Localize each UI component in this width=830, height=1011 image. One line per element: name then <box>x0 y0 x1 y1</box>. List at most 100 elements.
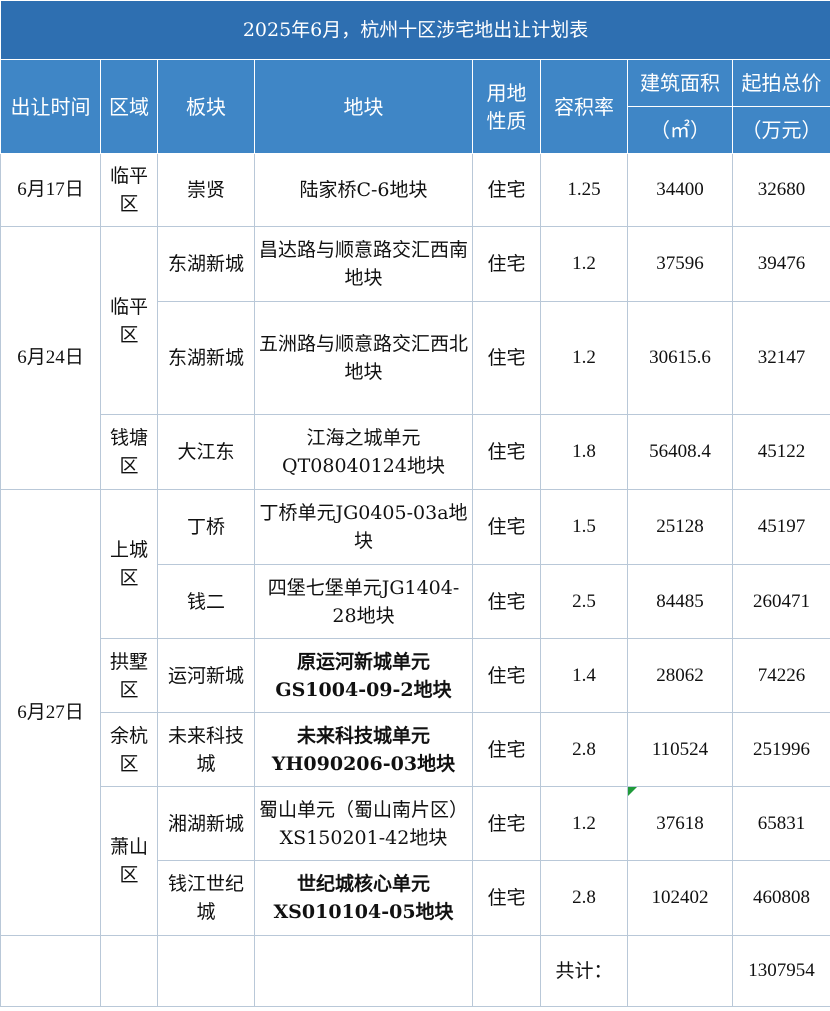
cell-date: 6月24日 <box>0 226 101 490</box>
cell-area: 37618 <box>627 786 733 861</box>
empty-cell <box>100 935 158 1007</box>
cell-land-use: 住宅 <box>472 414 541 490</box>
cell-area: 34400 <box>627 153 733 227</box>
cell-far: 2.8 <box>540 712 628 787</box>
cell-far: 2.5 <box>540 564 628 639</box>
cell-land-use: 住宅 <box>472 564 541 639</box>
cell-block: 崇贤 <box>157 153 255 227</box>
empty-cell <box>472 935 541 1007</box>
cell-plot: 原运河新城单元GS1004-09-2地块 <box>254 638 473 713</box>
cell-district: 拱墅区 <box>100 638 158 713</box>
header-far: 容积率 <box>540 59 628 154</box>
cell-area: 110524 <box>627 712 733 787</box>
cell-district: 余杭区 <box>100 712 158 787</box>
land-plan-table: 2025年6月，杭州十区涉宅地出让计划表 出让时间 区域 板块 地块 用地性质 … <box>0 0 830 1007</box>
cell-block: 运河新城 <box>157 638 255 713</box>
cell-far: 1.8 <box>540 414 628 490</box>
cell-plot: 陆家桥C-6地块 <box>254 153 473 227</box>
table-title: 2025年6月，杭州十区涉宅地出让计划表 <box>0 0 830 60</box>
cell-block: 湘湖新城 <box>157 786 255 861</box>
cell-far: 1.2 <box>540 786 628 861</box>
header-price-unit: （万元） <box>731 106 830 154</box>
cell-plot: 四堡七堡单元JG1404-28地块 <box>254 564 473 639</box>
cell-plot: 昌达路与顺意路交汇西南地块 <box>254 226 473 302</box>
table-row: 6月24日 临平区 东湖新城 昌达路与顺意路交汇西南地块 住宅 1.2 3759… <box>0 226 830 490</box>
cell-far: 1.5 <box>540 489 628 565</box>
total-row: 共计： 1307954 <box>0 935 830 1007</box>
cell-plot: 蜀山单元（蜀山南片区）XS150201-42地块 <box>254 786 473 861</box>
cell-plot: 五洲路与顺意路交汇西北地块 <box>254 301 473 415</box>
cell-land-use: 住宅 <box>472 860 541 936</box>
cell-plot: 未来科技城单元YH090206-03地块 <box>254 712 473 787</box>
cell-date: 6月27日 <box>0 489 101 936</box>
table-row: 萧山区 湘湖新城 蜀山单元（蜀山南片区）XS150201-42地块 住宅 1.2… <box>1 786 830 936</box>
cell-block: 丁桥 <box>157 489 255 565</box>
cell-land-use: 住宅 <box>472 786 541 861</box>
total-label: 共计： <box>540 935 628 1007</box>
cell-plot: 丁桥单元JG0405-03a地块 <box>254 489 473 565</box>
cell-area-value: 37618 <box>656 812 704 834</box>
comment-marker-icon <box>628 787 637 796</box>
header-plot: 地块 <box>254 59 473 154</box>
cell-block: 东湖新城 <box>157 301 255 415</box>
cell-price: 260471 <box>731 564 830 639</box>
cell-price: 460808 <box>731 860 830 936</box>
cell-land-use: 住宅 <box>472 638 541 713</box>
empty-cell <box>157 935 255 1007</box>
cell-block: 东湖新城 <box>157 226 255 302</box>
cell-district: 临平区 <box>100 153 158 227</box>
cell-district: 临平区 <box>100 226 158 415</box>
cell-block: 大江东 <box>157 414 255 490</box>
cell-district: 萧山区 <box>100 786 158 936</box>
cell-block: 未来科技城 <box>157 712 255 787</box>
header-area-unit: （㎡） <box>627 106 733 154</box>
cell-area: 28062 <box>627 638 733 713</box>
header-area: 建筑面积 <box>627 59 733 107</box>
cell-land-use: 住宅 <box>472 153 541 227</box>
table-row: 钱塘区 大江东 江海之城单元QT08040124地块 住宅 1.8 56408.… <box>1 414 830 490</box>
table-row: 拱墅区 运河新城 原运河新城单元GS1004-09-2地块 住宅 1.4 280… <box>1 638 830 713</box>
cell-plot: 世纪城核心单元XS010104-05地块 <box>254 860 473 936</box>
cell-far: 2.8 <box>540 860 628 936</box>
header-district: 区域 <box>100 59 158 154</box>
cell-far: 1.2 <box>540 301 628 415</box>
cell-land-use: 住宅 <box>472 301 541 415</box>
cell-price: 45197 <box>731 489 830 565</box>
cell-area: 84485 <box>627 564 733 639</box>
cell-price: 74226 <box>731 638 830 713</box>
header-date: 出让时间 <box>0 59 101 154</box>
cell-area: 102402 <box>627 860 733 936</box>
table-row: 6月17日 临平区 崇贤 陆家桥C-6地块 住宅 1.25 34400 3268… <box>0 153 830 227</box>
header-price: 起拍总价 <box>731 59 830 107</box>
cell-date: 6月17日 <box>0 153 101 227</box>
table-row: 6月27日 上城区 丁桥 丁桥单元JG0405-03a地块 住宅 1.5 251… <box>0 489 830 936</box>
cell-far: 1.25 <box>540 153 628 227</box>
cell-price: 45122 <box>731 414 830 490</box>
cell-district: 上城区 <box>100 489 158 639</box>
cell-block: 钱江世纪城 <box>157 860 255 936</box>
cell-price: 65831 <box>731 786 830 861</box>
header-land-use: 用地性质 <box>472 59 541 154</box>
cell-area: 30615.6 <box>627 301 733 415</box>
total-value: 1307954 <box>731 935 830 1007</box>
cell-plot: 江海之城单元QT08040124地块 <box>254 414 473 490</box>
cell-land-use: 住宅 <box>472 712 541 787</box>
cell-block: 钱二 <box>157 564 255 639</box>
cell-area: 37596 <box>627 226 733 302</box>
cell-district: 钱塘区 <box>100 414 158 490</box>
cell-far: 1.4 <box>540 638 628 713</box>
cell-area: 25128 <box>627 489 733 565</box>
cell-land-use: 住宅 <box>472 226 541 302</box>
cell-price: 39476 <box>731 226 830 302</box>
empty-cell <box>627 935 733 1007</box>
empty-cell <box>0 935 101 1007</box>
table-row: 余杭区 未来科技城 未来科技城单元YH090206-03地块 住宅 2.8 11… <box>1 712 830 787</box>
cell-price: 32147 <box>731 301 830 415</box>
cell-price: 32680 <box>731 153 830 227</box>
cell-land-use: 住宅 <box>472 489 541 565</box>
cell-area: 56408.4 <box>627 414 733 490</box>
cell-far: 1.2 <box>540 226 628 302</box>
header-block: 板块 <box>157 59 255 154</box>
empty-cell <box>254 935 473 1007</box>
cell-price: 251996 <box>731 712 830 787</box>
